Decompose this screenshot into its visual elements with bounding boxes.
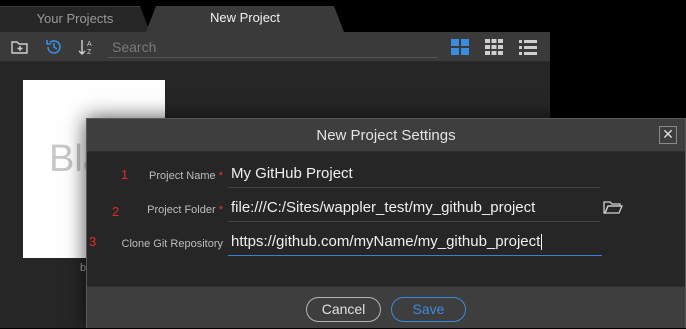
label-text: Project Name (149, 170, 216, 182)
project-folder-input[interactable]: file:///C:/Sites/wappler_test/my_github_… (228, 194, 600, 222)
required-marker: * (218, 204, 223, 216)
clone-repo-label: Clone Git Repository (122, 238, 224, 250)
cancel-button[interactable]: Cancel (306, 297, 381, 322)
tab-new-project[interactable]: New Project (146, 6, 344, 32)
dialog-footer: Cancel Save (87, 287, 685, 329)
project-name-label: Project Name * (149, 170, 223, 182)
save-button[interactable]: Save (391, 297, 466, 322)
grid-large-icon[interactable] (450, 38, 470, 56)
svg-text:A: A (87, 41, 92, 48)
text-caret (541, 234, 543, 251)
dialog-header: New Project Settings ✕ (87, 119, 685, 152)
annotation-number: 2 (112, 204, 120, 219)
project-folder-label: Project Folder * (147, 204, 223, 216)
dialog-body: 1 Project Name * My GitHub Project 2 Pro… (87, 152, 685, 287)
project-name-row: 1 Project Name * My GitHub Project (87, 160, 685, 194)
project-tabs: Your Projects New Project (0, 0, 550, 32)
folder-open-icon[interactable] (603, 199, 623, 215)
add-folder-icon[interactable] (10, 38, 30, 56)
new-project-settings-dialog: New Project Settings ✕ 1 Project Name * … (86, 118, 686, 328)
search-input[interactable] (108, 36, 438, 58)
tab-your-projects[interactable]: Your Projects (0, 6, 150, 32)
field-value: file:///C:/Sites/wappler_test/my_github_… (231, 199, 536, 216)
dialog-title: New Project Settings (316, 127, 456, 144)
required-marker: * (218, 170, 223, 182)
project-folder-row: 2 Project Folder * file:///C:/Sites/wapp… (87, 194, 685, 228)
annotation-number: 1 (121, 167, 129, 182)
clone-repo-row: 3 Clone Git Repository https://github.co… (87, 228, 685, 262)
project-name-input[interactable]: My GitHub Project (228, 160, 600, 188)
svg-text:Z: Z (87, 49, 92, 56)
clone-repo-input[interactable]: https://github.com/myName/my_github_proj… (228, 228, 602, 256)
annotation-number: 3 (89, 234, 97, 249)
grid-small-icon[interactable] (484, 38, 504, 56)
list-icon[interactable] (518, 38, 538, 56)
sort-az-icon[interactable]: AZ (78, 38, 98, 56)
label-text: Clone Git Repository (121, 238, 224, 250)
field-value: My GitHub Project (231, 165, 353, 182)
history-icon[interactable] (44, 38, 64, 56)
label-text: Project Folder (147, 204, 216, 216)
close-icon[interactable]: ✕ (659, 126, 677, 144)
project-toolbar: AZ (0, 32, 550, 62)
field-value: https://github.com/myName/my_github_proj… (231, 233, 541, 250)
